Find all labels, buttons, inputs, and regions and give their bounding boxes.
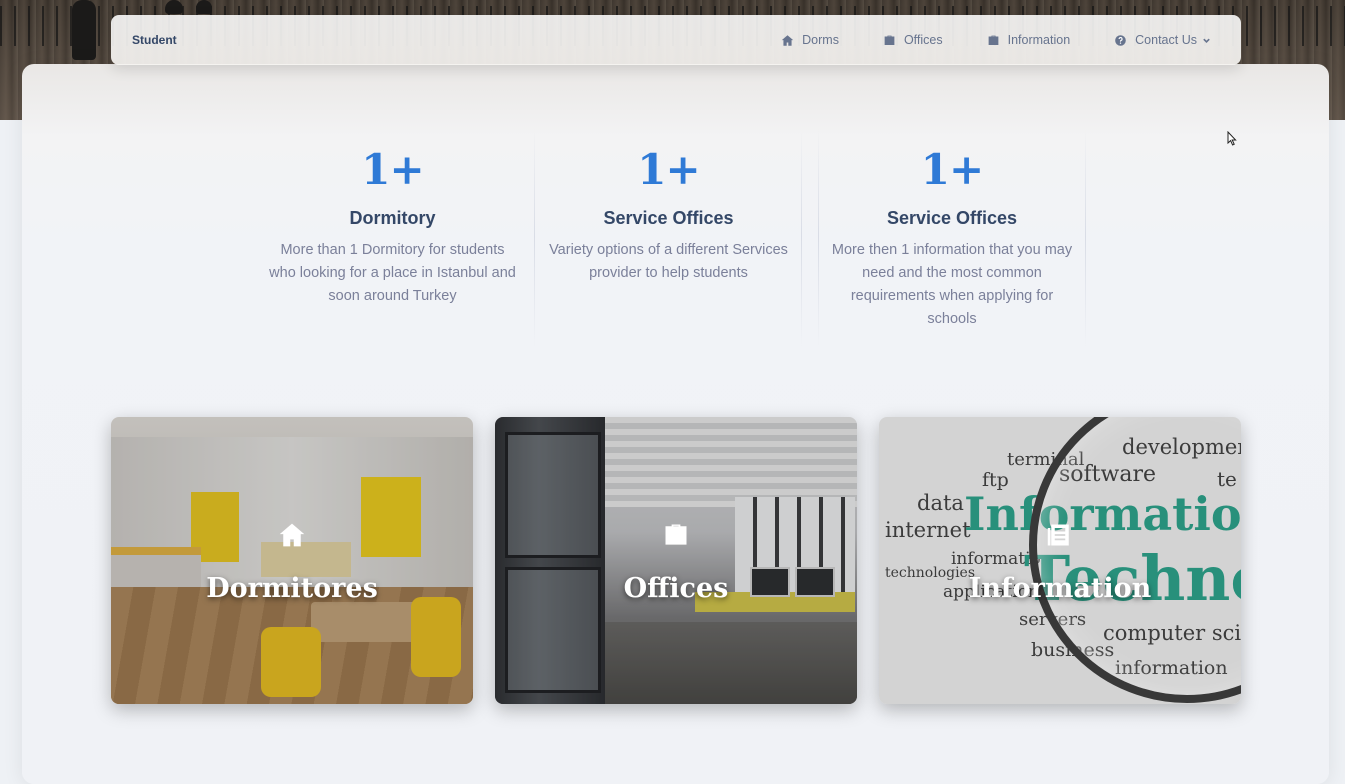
hero-person [196,0,212,14]
help-icon [1115,34,1126,46]
card-overlay [495,417,857,704]
mouse-cursor-icon [1227,131,1237,146]
home-icon [781,34,794,46]
nav-item-label: Contact Us [1135,33,1197,47]
card-information[interactable]: development terminal ftp software te dat… [879,417,1241,704]
stat-number: 1+ [361,145,424,194]
divider [818,128,819,346]
home-icon [278,521,306,549]
stat-description: More then 1 information that you may nee… [831,242,1073,327]
card-title: Offices [623,573,729,604]
card-overlay [111,417,473,704]
card-offices[interactable]: Offices [495,417,857,704]
divider [1085,128,1086,346]
stat-service-offices: 1+ Service Offices Variety options of a … [535,128,802,348]
nav-item-label: Information [1007,33,1071,47]
stat-description: Variety options of a different Services … [549,242,788,281]
stat-dormitory: 1+ Dormitory More than 1 Dormitory for s… [250,128,535,348]
nav-item-label: Dorms [802,33,839,47]
nav-menu: Dorms Offices Information Contact Us [781,33,1211,47]
stat-title: Service Offices [603,208,734,228]
newspaper-icon [1046,521,1074,549]
brand-link[interactable]: Student [132,33,177,47]
nav-item-label: Offices [903,33,943,47]
nav-item-dorms[interactable]: Dorms [781,33,839,47]
hero-person [165,0,183,14]
stat-number: 1+ [637,145,700,194]
briefcase-icon [988,35,998,45]
top-navbar: Student Dorms Offices Information Contac… [111,15,1241,65]
divider [801,128,802,346]
briefcase-icon [884,35,895,45]
stat-title: Dormitory [349,208,436,228]
nav-item-offices[interactable]: Offices [883,33,943,47]
nav-item-information[interactable]: Information [987,33,1071,47]
chevron-down-icon [1203,38,1210,43]
card-overlay [879,417,1241,704]
card-dormitores[interactable]: Dormitores [111,417,473,704]
stats-section: 1+ Dormitory More than 1 Dormitory for s… [250,128,1086,348]
nav-item-contact-us[interactable]: Contact Us [1114,33,1211,47]
stat-information: 1+ Service Offices More then 1 informati… [818,128,1086,348]
briefcase-icon [662,521,690,549]
card-title: Information [968,573,1152,604]
stat-title: Service Offices [886,208,1018,228]
stat-number: 1+ [920,145,984,194]
stat-description: More than 1 Dormitory for students who l… [269,242,516,304]
category-cards: Dormitores Offices development terminal … [111,417,1241,704]
hero-person [72,0,96,60]
card-title: Dormitores [206,573,378,604]
